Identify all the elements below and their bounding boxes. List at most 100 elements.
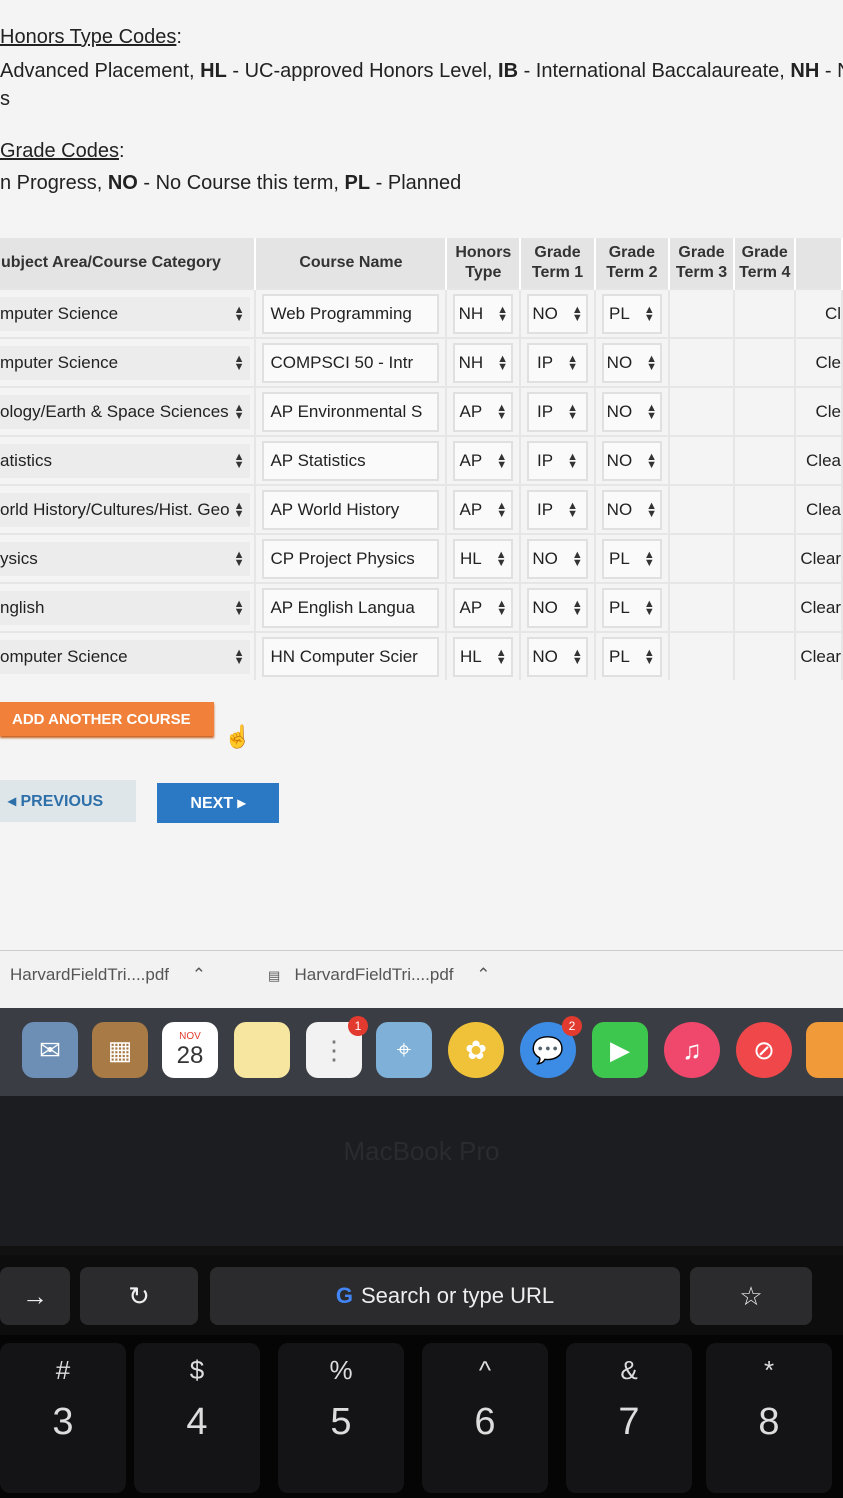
news-app-icon[interactable]: ⊘: [736, 1022, 792, 1078]
forward-arrow-icon[interactable]: →: [0, 1267, 70, 1325]
stickies-app-icon[interactable]: [234, 1022, 290, 1078]
course-name-input[interactable]: AP Statistics: [262, 440, 440, 481]
honors-codes-wrap: s: [0, 88, 10, 110]
category-select[interactable]: omputer Science ▲ ▼: [0, 639, 251, 674]
course-name-input[interactable]: Web Programming: [262, 293, 440, 334]
grade-term1-select[interactable]: IP ▲ ▼: [527, 489, 588, 530]
term3-cell: [669, 484, 736, 534]
category-select[interactable]: mputer Science ▲ ▼: [0, 296, 251, 331]
sort-arrows-icon: ▲ ▼: [233, 303, 245, 324]
grade-term2-select[interactable]: NO ▲ ▼: [601, 342, 663, 383]
category-select[interactable]: nglish ▲ ▼: [0, 590, 251, 625]
touchbar-search[interactable]: G Search or type URL: [210, 1267, 680, 1325]
grade-term1-select[interactable]: NO ▲ ▼: [527, 293, 588, 334]
honors-type-select[interactable]: AP ▲ ▼: [453, 587, 514, 628]
category-cell: mputer Science ▲ ▼: [0, 337, 257, 387]
download-item-1[interactable]: HarvardFieldTri....pdf ⌃: [10, 965, 206, 985]
maps-app-icon[interactable]: ⌖: [376, 1022, 432, 1078]
clear-row-link[interactable]: Clea: [795, 484, 843, 534]
grade-term2-select[interactable]: PL ▲ ▼: [601, 636, 663, 677]
bookmark-star-icon[interactable]: ☆: [690, 1267, 812, 1325]
facetime-app-icon[interactable]: ▶: [592, 1022, 648, 1078]
grade-term1-select[interactable]: IP ▲ ▼: [527, 391, 588, 432]
clear-row-link[interactable]: Cle: [795, 386, 843, 436]
clear-row-link[interactable]: Cle: [795, 337, 843, 387]
grade-term2-select[interactable]: NO ▲ ▼: [601, 440, 663, 481]
messages-app-icon[interactable]: 💬 2: [520, 1016, 582, 1078]
books-app-icon[interactable]: [806, 1022, 843, 1078]
course-name-input[interactable]: AP Environmental S: [262, 391, 440, 432]
term2-cell: NO ▲ ▼: [594, 337, 671, 387]
honors-type-select[interactable]: AP ▲ ▼: [453, 391, 514, 432]
term2-cell: PL ▲ ▼: [594, 288, 671, 338]
honors-type-select[interactable]: NH ▲ ▼: [453, 293, 514, 334]
category-select[interactable]: ysics ▲ ▼: [0, 541, 251, 576]
honors-type-select[interactable]: NH ▲ ▼: [453, 342, 514, 383]
honors-cell: HL ▲ ▼: [446, 533, 522, 583]
photos-app-icon[interactable]: ✿: [448, 1022, 504, 1078]
course-cell: COMPSCI 50 - Intr: [255, 337, 448, 387]
courses-table: ubject Area/Course Category Course Name …: [0, 238, 843, 680]
chevron-up-icon[interactable]: ⌃: [476, 965, 490, 984]
key-5[interactable]: % 5: [278, 1343, 404, 1493]
honors-type-select[interactable]: AP ▲ ▼: [453, 440, 514, 481]
category-select[interactable]: mputer Science ▲ ▼: [0, 345, 251, 380]
chevron-up-icon[interactable]: ⌃: [192, 965, 206, 984]
previous-button[interactable]: ◂ PREVIOUS: [0, 780, 136, 822]
course-name-input[interactable]: CP Project Physics: [262, 538, 440, 579]
sort-arrows-icon: ▲ ▼: [496, 597, 508, 618]
preview-app-icon[interactable]: ✉: [22, 1022, 78, 1078]
header-actions: [795, 238, 843, 289]
key-6[interactable]: ^ 6: [422, 1343, 548, 1493]
key-4[interactable]: $4: [134, 1343, 260, 1493]
course-cell: AP Environmental S: [255, 386, 448, 436]
calendar-app-icon[interactable]: NOV 28: [162, 1022, 218, 1078]
grade-term1-select[interactable]: NO ▲ ▼: [527, 538, 588, 579]
grade-term1-select[interactable]: NO ▲ ▼: [527, 636, 588, 677]
course-name-input[interactable]: COMPSCI 50 - Intr: [262, 342, 440, 383]
honors-type-select[interactable]: HL ▲ ▼: [453, 538, 514, 579]
key-shift-label: *: [763, 1355, 775, 1385]
category-cell: atistics ▲ ▼: [0, 435, 257, 485]
grade-term2-select[interactable]: NO ▲ ▼: [601, 489, 663, 530]
table-row: orld History/Cultures/Hist. Geo ▲ ▼ AP Worl…: [0, 484, 843, 534]
sort-arrows-icon: ▲ ▼: [567, 352, 578, 373]
music-app-icon[interactable]: ♫: [664, 1022, 720, 1078]
key-3[interactable]: #3: [0, 1343, 126, 1493]
honors-type-select[interactable]: HL ▲ ▼: [453, 636, 514, 677]
add-another-course-button[interactable]: ADD ANOTHER COURSE: [0, 702, 214, 736]
clear-row-link[interactable]: Clear: [795, 533, 843, 583]
grade-term2-select[interactable]: NO ▲ ▼: [601, 391, 663, 432]
key-7[interactable]: & 7: [566, 1343, 692, 1493]
key-main-label: 6: [474, 1401, 496, 1443]
clear-row-link[interactable]: Clea: [795, 435, 843, 485]
next-button[interactable]: NEXT ▸: [157, 783, 279, 823]
reminders-app-icon[interactable]: ⋮ 1: [306, 1016, 368, 1078]
clear-row-link[interactable]: Cl: [795, 288, 843, 338]
term3-cell: [669, 582, 736, 632]
category-select[interactable]: orld History/Cultures/Hist. Geo ▲ ▼: [0, 492, 251, 527]
honors-type-select[interactable]: AP ▲ ▼: [453, 489, 514, 530]
course-name-input[interactable]: AP English Langua: [262, 587, 440, 628]
category-select[interactable]: ology/Earth & Space Sciences ▲ ▼: [0, 394, 251, 429]
key-8[interactable]: * 8: [706, 1343, 832, 1493]
grade-term1-select[interactable]: NO ▲ ▼: [527, 587, 588, 628]
grade-term2-select[interactable]: PL ▲ ▼: [601, 293, 663, 334]
course-name-input[interactable]: HN Computer Scier: [262, 636, 440, 677]
clear-row-link[interactable]: Clear: [795, 582, 843, 632]
category-select[interactable]: atistics ▲ ▼: [0, 443, 251, 478]
download-item-2[interactable]: ▤ HarvardFieldTri....pdf ⌃: [268, 965, 490, 985]
notes-app-icon[interactable]: ▦: [92, 1022, 148, 1078]
grade-term2-select[interactable]: PL ▲ ▼: [601, 587, 663, 628]
term4-cell: [734, 582, 797, 632]
course-name-input[interactable]: AP World History: [262, 489, 440, 530]
grade-term2-select[interactable]: PL ▲ ▼: [601, 538, 663, 579]
term2-cell: PL ▲ ▼: [594, 533, 671, 583]
table-row: ysics ▲ ▼ CP Project Physics HL ▲ ▼ NO ▲ ▼ PL ▲ ▼ Cle…: [0, 533, 843, 583]
clear-row-link[interactable]: Clear: [795, 631, 843, 680]
reload-icon[interactable]: ↻: [80, 1267, 198, 1325]
grade-term1-select[interactable]: IP ▲ ▼: [527, 342, 588, 383]
grade-term1-select[interactable]: IP ▲ ▼: [527, 440, 588, 481]
honors-cell: NH ▲ ▼: [446, 288, 522, 338]
term3-cell: [669, 631, 736, 680]
